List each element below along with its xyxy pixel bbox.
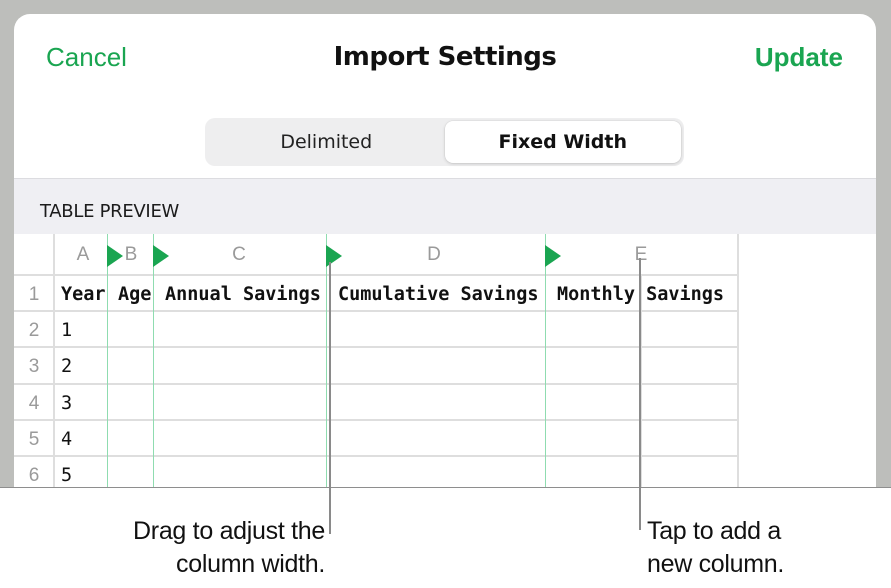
import-settings-sheet: Cancel Import Settings Update Delimited … xyxy=(14,14,876,487)
import-mode-segmented-control: Delimited Fixed Width xyxy=(205,118,684,166)
table-cell: 5 xyxy=(61,465,73,486)
row-number: 3 xyxy=(28,356,40,377)
tap-callout-line-1: Tap to add a xyxy=(647,517,782,545)
tap-callout-caption: Tap to add a new column. xyxy=(647,515,784,581)
row-number: 6 xyxy=(28,465,40,486)
grid-rule xyxy=(14,274,738,276)
drag-callout-line-2: column width. xyxy=(176,550,325,578)
header-cell-cumulative-savings: Cumulative Savings xyxy=(338,284,539,305)
column-resize-handle-icon[interactable] xyxy=(545,245,561,267)
table-cell: 4 xyxy=(61,429,73,450)
column-divider[interactable] xyxy=(107,234,108,487)
column-label-d: D xyxy=(427,244,441,265)
column-label-c: C xyxy=(232,244,246,265)
column-divider[interactable] xyxy=(326,234,327,487)
grid-rule xyxy=(14,419,738,421)
header-cell-age: Age xyxy=(118,284,152,305)
grid-rule xyxy=(14,310,738,312)
backdrop: Cancel Import Settings Update Delimited … xyxy=(0,0,891,488)
navigation-bar: Cancel Import Settings Update xyxy=(14,14,876,104)
section-title: TABLE PREVIEW xyxy=(40,201,180,222)
tap-callout-line-2: new column. xyxy=(647,550,785,578)
column-label-a: A xyxy=(76,244,90,265)
page-title: Import Settings xyxy=(333,42,557,72)
header-cell-annual-savings: Annual Savings xyxy=(165,284,321,305)
row-number: 2 xyxy=(28,320,40,341)
grid-rule xyxy=(14,455,738,457)
callout-leader-line xyxy=(329,262,331,534)
column-resize-handle-icon[interactable] xyxy=(153,245,169,267)
column-resize-handle-icon[interactable] xyxy=(107,245,123,267)
table-cell: 1 xyxy=(61,320,73,341)
header-cell-year: Year xyxy=(61,284,106,305)
column-label-b: B xyxy=(124,244,138,265)
row-number: 4 xyxy=(28,393,40,414)
table-cell: 3 xyxy=(61,393,73,414)
column-label-e: E xyxy=(634,244,648,265)
segment-fixed-width[interactable]: Fixed Width xyxy=(444,121,681,163)
row-number: 1 xyxy=(28,284,40,305)
grid-rule xyxy=(737,234,739,487)
column-divider[interactable] xyxy=(153,234,154,487)
grid-rule xyxy=(14,383,738,385)
drag-callout-caption: Drag to adjust the column width. xyxy=(133,515,325,581)
drag-callout-line-1: Drag to adjust the xyxy=(133,517,325,545)
segment-delimited[interactable]: Delimited xyxy=(208,121,445,163)
column-divider[interactable] xyxy=(545,234,546,487)
callout-leader-line xyxy=(639,258,641,530)
row-number: 5 xyxy=(28,429,40,450)
table-cell: 2 xyxy=(61,356,73,377)
table-preview-grid: A B C D E 1 2 3 4 5 6 Year Age Annual Sa… xyxy=(14,234,876,487)
table-preview-header: TABLE PREVIEW xyxy=(14,178,876,234)
update-button[interactable]: Update xyxy=(755,42,843,73)
grid-rule xyxy=(14,346,738,348)
